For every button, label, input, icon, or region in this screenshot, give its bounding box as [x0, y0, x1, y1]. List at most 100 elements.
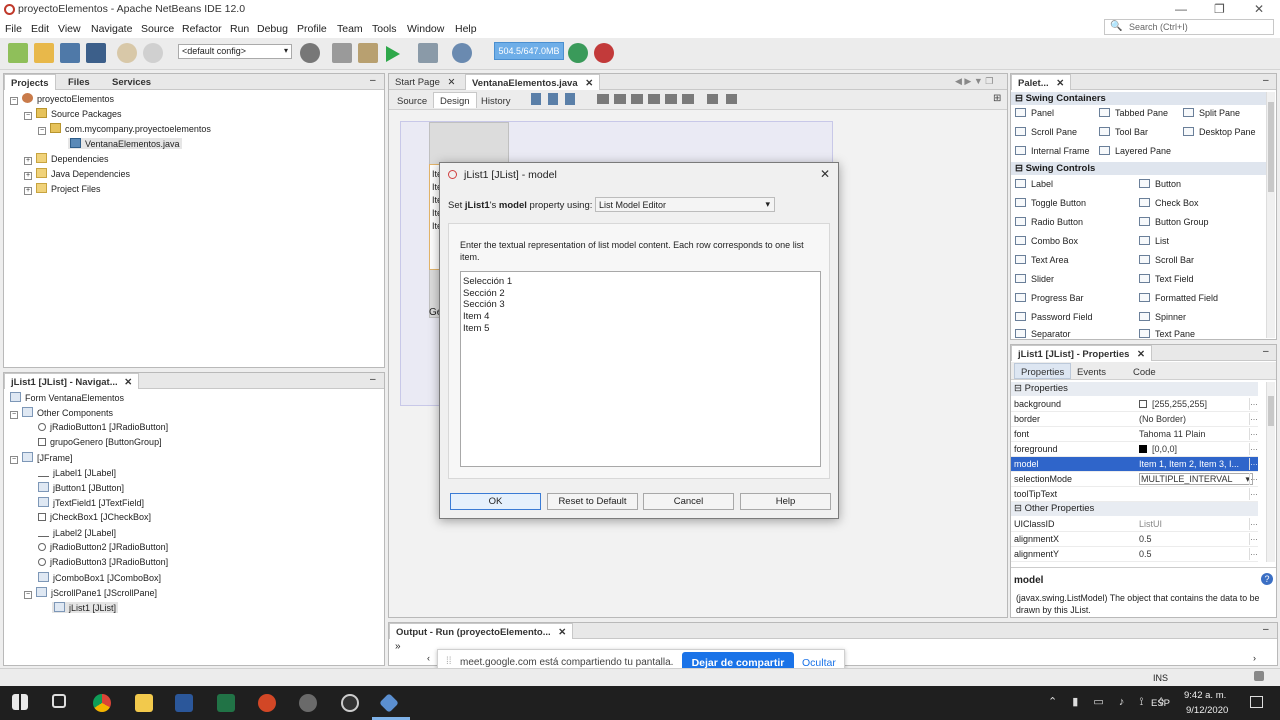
palette-item[interactable]: Scroll Pane: [1015, 127, 1077, 137]
nav-item[interactable]: jTextField1 [JTextField]: [38, 497, 144, 508]
cancel-button[interactable]: Cancel: [643, 493, 734, 510]
close-tab-icon[interactable]: ✕: [585, 78, 593, 89]
tab-properties-window[interactable]: jList1 [JList] - Properties ✕: [1011, 345, 1152, 361]
drag-handle-icon[interactable]: ⁞⁞: [446, 656, 452, 667]
tab-events[interactable]: Events: [1071, 364, 1112, 380]
new-project-icon[interactable]: [34, 43, 54, 63]
palette-item[interactable]: Password Field: [1015, 312, 1093, 322]
close-tab-icon[interactable]: ✕: [558, 627, 566, 638]
nav-item[interactable]: jComboBox1 [JComboBox]: [38, 572, 161, 583]
new-file-icon[interactable]: [8, 43, 28, 63]
menu-view[interactable]: View: [58, 23, 81, 35]
globe-icon[interactable]: [300, 43, 320, 63]
palette-item[interactable]: Panel: [1015, 108, 1054, 118]
palette-item[interactable]: Desktop Pane: [1183, 127, 1256, 137]
palette-category-controls[interactable]: ⊟ Swing Controls: [1011, 162, 1273, 175]
nav-item-jframe[interactable]: − [JFrame]: [10, 452, 73, 464]
minimize-panel-icon[interactable]: –: [1263, 346, 1269, 357]
windows-start-icon[interactable]: [12, 694, 28, 710]
nav-item-scroll-pane[interactable]: − jScrollPane1 [JScrollPane]: [24, 587, 157, 599]
close-tab-icon[interactable]: ✕: [124, 377, 132, 388]
property-row-model[interactable]: model Item 1, Item 2, Item 3, I...…: [1011, 457, 1258, 472]
reset-to-default-button[interactable]: Reset to Default: [547, 493, 638, 510]
tab-code[interactable]: Code: [1127, 364, 1162, 380]
palette-item[interactable]: Progress Bar: [1015, 293, 1084, 303]
palette-item[interactable]: Split Pane: [1183, 108, 1240, 118]
tree-item-dependencies[interactable]: + Dependencies: [24, 153, 109, 165]
excel-icon[interactable]: [217, 694, 235, 712]
editor-type-select[interactable]: List Model Editor ▾: [595, 197, 775, 212]
tree-item-project-files[interactable]: + Project Files: [24, 183, 101, 195]
menu-refactor[interactable]: Refactor: [182, 23, 222, 35]
profiler-snapshot-icon[interactable]: [594, 43, 614, 63]
subtab-history[interactable]: History: [475, 93, 517, 109]
undo-icon[interactable]: [117, 43, 137, 63]
nav-item[interactable]: jRadioButton2 [JRadioButton]: [38, 542, 168, 552]
notifications-icon[interactable]: [1254, 671, 1264, 681]
nav-item[interactable]: jRadioButton3 [JRadioButton]: [38, 557, 168, 567]
palette-item[interactable]: Button: [1139, 179, 1181, 189]
design-tools-icon[interactable]: [531, 93, 581, 105]
tree-item-java-file[interactable]: VentanaElementos.java: [68, 138, 182, 149]
build-hammer-icon[interactable]: [332, 43, 352, 63]
property-row-alignment-y[interactable]: alignmentY 0.5…: [1011, 547, 1258, 562]
minimize-panel-icon[interactable]: –: [370, 75, 376, 86]
property-row-tooltip[interactable]: toolTipText…: [1011, 487, 1258, 502]
tab-properties[interactable]: Properties: [1014, 363, 1072, 379]
menu-run[interactable]: Run: [230, 23, 249, 35]
file-explorer-icon[interactable]: [135, 694, 153, 712]
tree-item-source-packages[interactable]: − Source Packages: [24, 108, 122, 120]
scroll-right-icon[interactable]: ›: [1253, 653, 1256, 663]
nav-item[interactable]: grupoGenero [ButtonGroup]: [38, 437, 162, 447]
nav-item[interactable]: jButton1 [JButton]: [38, 482, 124, 493]
redo-icon[interactable]: [143, 43, 163, 63]
menu-window[interactable]: Window: [407, 23, 444, 35]
powerpoint-icon[interactable]: [258, 694, 276, 712]
palette-item[interactable]: Check Box: [1139, 198, 1199, 208]
menu-edit[interactable]: Edit: [31, 23, 49, 35]
rerun-icon[interactable]: »: [395, 641, 401, 652]
tab-output[interactable]: Output - Run (proyectoElemento... ✕: [389, 623, 574, 639]
palette-item[interactable]: Internal Frame: [1015, 146, 1090, 156]
palette-item[interactable]: List: [1139, 236, 1169, 246]
palette-item[interactable]: Toggle Button: [1015, 198, 1086, 208]
scroll-left-icon[interactable]: ‹: [427, 653, 430, 663]
palette-item[interactable]: Tabbed Pane: [1099, 108, 1168, 118]
minimize-panel-icon[interactable]: –: [1263, 624, 1269, 635]
tab-ventana-elementos[interactable]: VentanaElementos.java ✕: [465, 74, 601, 90]
tree-item-package[interactable]: − com.mycompany.proyectoelementos: [38, 123, 211, 135]
clean-build-icon[interactable]: [358, 43, 378, 63]
menu-navigate[interactable]: Navigate: [91, 23, 132, 35]
nav-item[interactable]: jLabel1 [JLabel]: [38, 467, 116, 478]
menu-source[interactable]: Source: [141, 23, 174, 35]
save-all-icon[interactable]: [86, 43, 106, 63]
clock-time[interactable]: 9:42 a. m.: [1184, 690, 1226, 701]
config-select[interactable]: <default config> ▾: [178, 44, 292, 59]
close-dialog-icon[interactable]: ✕: [820, 167, 830, 181]
minimize-panel-icon[interactable]: –: [1263, 75, 1269, 86]
palette-category-containers[interactable]: ⊟ Swing Containers: [1011, 92, 1273, 105]
palette-item[interactable]: Label: [1015, 179, 1053, 189]
nav-item-other-components[interactable]: − Other Components: [10, 407, 113, 419]
clock-date[interactable]: 9/12/2020: [1186, 705, 1228, 716]
resize-tools-icon[interactable]: [707, 94, 737, 104]
tool-app-icon[interactable]: [299, 694, 317, 712]
subtab-source[interactable]: Source: [391, 93, 433, 109]
properties-scrollbar[interactable]: [1266, 382, 1275, 562]
obs-icon[interactable]: [341, 694, 359, 712]
tab-services[interactable]: Services: [106, 74, 157, 90]
run-icon[interactable]: [386, 46, 400, 62]
tab-navigator[interactable]: jList1 [JList] - Navigat... ✕: [4, 373, 140, 389]
close-tab-icon[interactable]: ✕: [448, 77, 456, 88]
tab-palette[interactable]: Palet... ✕: [1011, 74, 1072, 90]
menu-team[interactable]: Team: [337, 23, 363, 35]
align-tools-icon[interactable]: [597, 94, 697, 104]
gc-icon[interactable]: [568, 43, 588, 63]
nav-item-form[interactable]: Form VentanaElementos: [10, 392, 124, 403]
help-button[interactable]: Help: [740, 493, 831, 510]
menu-debug[interactable]: Debug: [257, 23, 288, 35]
palette-item[interactable]: Text Area: [1015, 255, 1069, 265]
palette-toggle-icon[interactable]: ⊞: [993, 93, 1001, 104]
palette-item[interactable]: Tool Bar: [1099, 127, 1148, 137]
nav-item-jlist[interactable]: jList1 [JList]: [52, 602, 119, 613]
